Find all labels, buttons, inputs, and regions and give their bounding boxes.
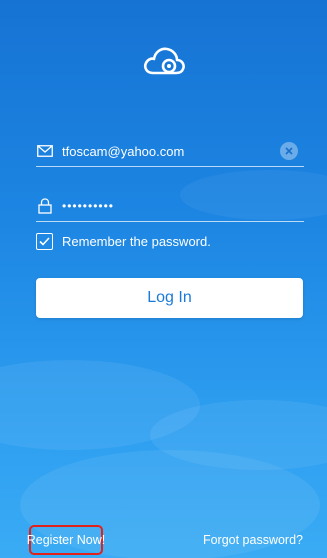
- cloud-camera-icon: [142, 44, 186, 80]
- login-screen: tfoscam@yahoo.com •••••••••• Remember th…: [0, 0, 327, 558]
- clear-icon[interactable]: [280, 142, 298, 160]
- password-value[interactable]: ••••••••••: [62, 199, 304, 213]
- lock-icon: [36, 197, 54, 215]
- checkbox-checked-icon[interactable]: [36, 232, 53, 250]
- password-field[interactable]: ••••••••••: [36, 191, 304, 222]
- email-field[interactable]: tfoscam@yahoo.com: [36, 136, 304, 167]
- login-button[interactable]: Log In: [36, 278, 303, 318]
- remember-password-label: Remember the password.: [62, 233, 211, 249]
- forgot-password-link[interactable]: Forgot password?: [203, 533, 303, 547]
- email-value[interactable]: tfoscam@yahoo.com: [62, 144, 280, 159]
- remember-password-toggle[interactable]: Remember the password.: [36, 231, 211, 251]
- register-now-link[interactable]: Register Now!: [27, 525, 105, 555]
- envelope-icon: [36, 142, 54, 160]
